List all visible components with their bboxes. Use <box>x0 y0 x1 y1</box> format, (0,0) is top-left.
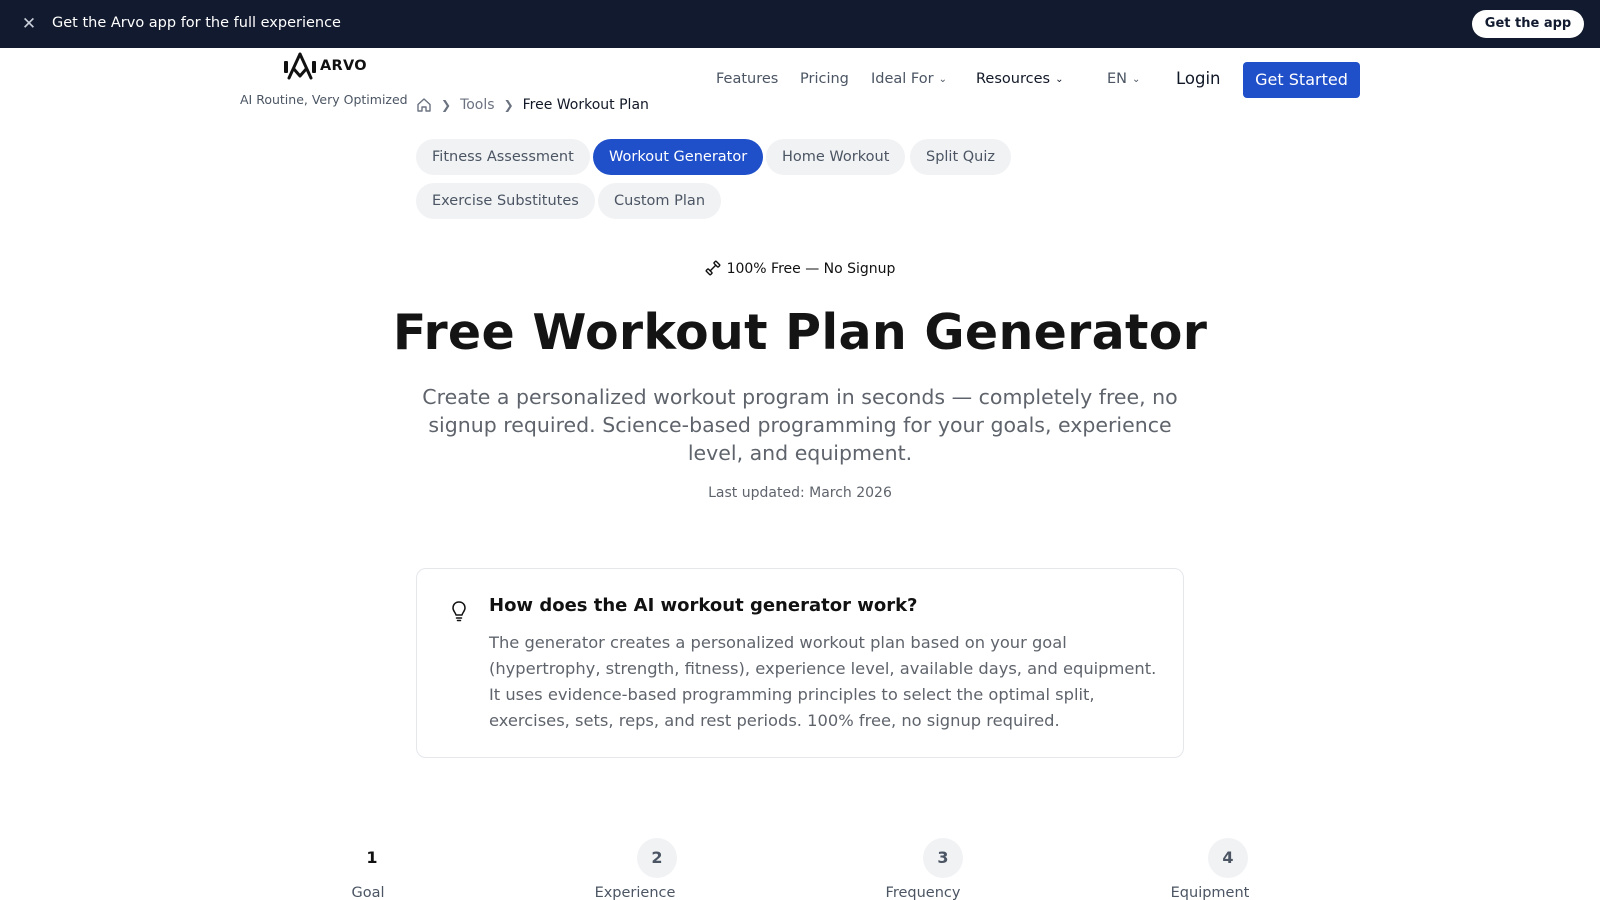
language-label: EN <box>1107 71 1128 87</box>
chevron-down-icon: ⌄ <box>1055 74 1064 85</box>
tagline: AI Routine, Very Optimized <box>240 92 408 107</box>
page-subtitle: Create a personalized workout program in… <box>422 385 1178 465</box>
app-promo-banner: ✕ Get the Arvo app for the full experien… <box>0 0 1600 48</box>
tab-exercise-substitutes[interactable]: Exercise Substitutes <box>416 183 595 219</box>
page-title: Free Workout Plan Generator <box>392 304 1208 361</box>
home-icon[interactable] <box>416 97 432 113</box>
arvo-logo-icon <box>284 52 316 80</box>
chevron-right-icon: ❯ <box>503 98 514 112</box>
get-started-button[interactable]: Get Started <box>1243 62 1360 98</box>
tab-split-quiz[interactable]: Split Quiz <box>910 139 1012 175</box>
info-card-body: The generator creates a personalized wor… <box>489 633 1157 730</box>
chevron-right-icon: ❯ <box>441 98 452 112</box>
breadcrumb-current: Free Workout Plan <box>522 97 649 113</box>
tab-workout-generator[interactable]: Workout Generator <box>593 139 764 175</box>
logo-text: ARVO <box>320 58 367 74</box>
nav-pricing[interactable]: Pricing <box>800 70 849 88</box>
tab-home-workout[interactable]: Home Workout <box>766 139 906 175</box>
nav-features[interactable]: Features <box>716 70 778 88</box>
nav-ideal-for[interactable]: Ideal For ⌄ <box>871 70 947 89</box>
step-4-number[interactable]: 4 <box>1208 838 1248 878</box>
language-selector[interactable]: EN ⌄ <box>1107 70 1140 89</box>
info-card: How does the AI workout generator work? … <box>416 568 1184 758</box>
chevron-down-icon: ⌄ <box>1132 74 1141 85</box>
nav-resources[interactable]: Resources ⌄ <box>976 70 1063 89</box>
logo[interactable]: ARVO <box>283 51 367 81</box>
breadcrumb: ❯ Tools ❯ Free Workout Plan <box>416 96 649 114</box>
tab-custom-plan[interactable]: Custom Plan <box>598 183 722 219</box>
breadcrumb-tools[interactable]: Tools <box>460 97 495 113</box>
step-3-number[interactable]: 3 <box>923 838 963 878</box>
free-badge: 100% Free — No Signup <box>0 260 1600 277</box>
nav-resources-label: Resources <box>976 71 1051 87</box>
step-2-number[interactable]: 2 <box>637 838 677 878</box>
last-updated: Last updated: March 2026 <box>708 485 892 501</box>
chevron-down-icon: ⌄ <box>938 74 947 85</box>
info-card-title: How does the AI workout generator work? <box>489 595 918 616</box>
login-link[interactable]: Login <box>1176 69 1221 88</box>
step-2-label: Experience <box>594 885 676 900</box>
step-1-label: Goal <box>351 885 385 900</box>
dumbbell-icon <box>705 260 721 276</box>
step-1-number[interactable]: 1 <box>352 838 392 878</box>
get-app-button[interactable]: Get the app <box>1472 10 1584 38</box>
badge-text: 100% Free — No Signup <box>726 261 896 277</box>
tab-fitness-assessment[interactable]: Fitness Assessment <box>416 139 590 175</box>
lightbulb-icon <box>452 601 466 622</box>
banner-text: Get the Arvo app for the full experience <box>52 15 341 31</box>
step-3-label: Frequency <box>885 885 961 900</box>
nav-ideal-for-label: Ideal For <box>871 71 934 87</box>
step-4-label: Equipment <box>1170 885 1250 900</box>
close-icon[interactable]: ✕ <box>19 14 39 34</box>
